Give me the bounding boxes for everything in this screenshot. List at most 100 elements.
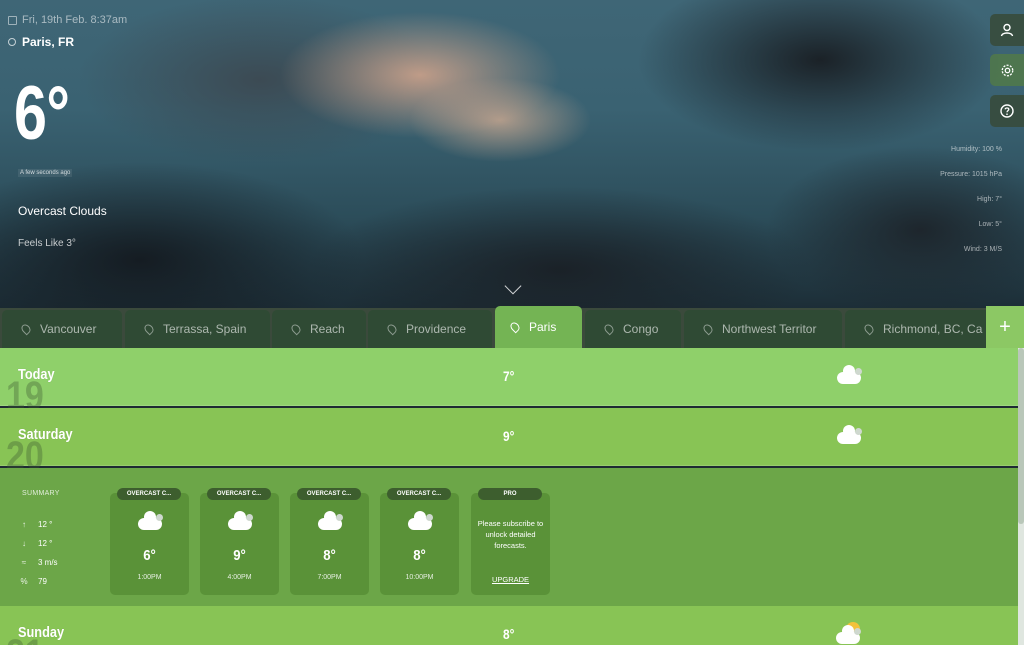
scrollbar-thumb[interactable] (1018, 348, 1024, 524)
cloud-icon (836, 625, 861, 644)
pressure-stat: Pressure: 1015 hPa (940, 171, 1002, 178)
tab-label: Richmond, BC, Ca (883, 322, 983, 336)
gear-icon (1001, 64, 1013, 76)
help-icon (1000, 104, 1014, 118)
condition-badge: OVERCAST C... (387, 488, 451, 500)
weather-condition: Overcast Clouds (18, 204, 107, 218)
location-pin-icon (142, 322, 156, 336)
summary-low-value: 12 ° (38, 539, 53, 548)
cloud-icon (228, 511, 253, 530)
thermometer-low-icon: ↓ (22, 539, 26, 548)
location-pin-icon (289, 322, 303, 336)
summary-low: ↓ 12 ° (20, 539, 52, 548)
hourly-time: 4:00PM (227, 574, 252, 581)
humidity-stat: Humidity: 100 % (951, 146, 1002, 153)
settings-button[interactable] (990, 54, 1024, 86)
summary-wind-value: 3 m/s (38, 558, 58, 567)
tab-northwest-territories[interactable]: Northwest Territor (684, 310, 842, 348)
summary-title: SUMMARY (22, 490, 60, 497)
low-stat: Low: 5° (978, 221, 1002, 228)
tab-label: Providence (406, 322, 467, 336)
tab-terrassa[interactable]: Terrassa, Spain (125, 310, 270, 348)
summary-humidity: % 79 (20, 577, 47, 586)
help-button[interactable] (990, 95, 1024, 127)
day-details-panel: SUMMARY ↑ 12 ° ↓ 12 ° ≈ 3 m/s % 79 OVERC… (0, 468, 1018, 606)
day-name: Saturday (18, 426, 73, 443)
day-row-saturday[interactable]: 20 Saturday 9° (0, 408, 1018, 476)
hero-weather-panel: Fri, 19th Feb. 8:37am Paris, FR 6° A few… (0, 0, 1024, 310)
hourly-card[interactable]: OVERCAST C... 8° 10:00PM (380, 488, 459, 595)
hourly-time: 7:00PM (317, 574, 342, 581)
day-name: Today (18, 366, 55, 383)
weather-stats: Humidity: 100 % Pressure: 1015 hPa High:… (940, 145, 1002, 270)
condition-badge: OVERCAST C... (117, 488, 181, 500)
hourly-card[interactable]: OVERCAST C... 9° 4:00PM (200, 488, 279, 595)
cloud-icon (318, 511, 343, 530)
hourly-temperature: 9° (233, 547, 246, 564)
location-pin-icon (385, 322, 399, 336)
feels-like: Feels Like 3° (18, 238, 76, 249)
current-temperature: 6° (14, 71, 70, 156)
day-name: Sunday (18, 624, 65, 641)
hourly-time: 1:00PM (137, 574, 162, 581)
condition-badge: OVERCAST C... (297, 488, 361, 500)
tab-reach[interactable]: Reach (272, 310, 366, 348)
day-temperature: 9° (503, 428, 515, 444)
pro-card: PRO Please subscribe to unlock detailed … (471, 488, 550, 595)
cloud-icon (138, 511, 163, 530)
tab-richmond[interactable]: Richmond, BC, Ca (845, 310, 986, 348)
high-stat: High: 7° (977, 196, 1002, 203)
hourly-time: 10:00PM (405, 574, 434, 581)
cloud-icon (408, 511, 433, 530)
day-row-sunday[interactable]: 21 Sunday 8° (0, 606, 1018, 645)
user-icon (1000, 23, 1014, 37)
tab-label: Vancouver (40, 322, 97, 336)
hourly-card[interactable]: OVERCAST C... 8° 7:00PM (290, 488, 369, 595)
tab-label: Reach (310, 322, 345, 336)
chevron-down-icon[interactable] (504, 277, 522, 295)
tab-paris[interactable]: Paris (495, 306, 582, 348)
tab-label: Paris (529, 320, 557, 334)
wind-stat: Wind: 3 M/S (963, 246, 1002, 253)
pro-badge: PRO (478, 488, 542, 500)
city-tabs: Vancouver Terrassa, Spain Reach Providen… (0, 306, 1024, 348)
tab-label: Northwest Territor (722, 322, 817, 336)
cloud-icon (837, 365, 862, 384)
add-city-button[interactable]: + (986, 306, 1024, 348)
user-button[interactable] (990, 14, 1024, 46)
location-pin-icon (701, 322, 715, 336)
day-temperature: 8° (503, 626, 515, 642)
summary-humidity-value: 79 (38, 577, 47, 586)
cloud-icon (837, 425, 862, 444)
condition-badge: OVERCAST C... (207, 488, 271, 500)
hourly-card[interactable]: OVERCAST C... 6° 1:00PM (110, 488, 189, 595)
location-pin-icon (508, 320, 522, 334)
tab-label: Congo (623, 322, 659, 336)
upgrade-link[interactable]: UPGRADE (471, 575, 550, 584)
summary-wind: ≈ 3 m/s (20, 558, 58, 567)
tab-label: Terrassa, Spain (163, 322, 247, 336)
calendar-icon (8, 15, 17, 25)
location-pin-icon (19, 322, 33, 336)
tab-vancouver[interactable]: Vancouver (2, 310, 122, 348)
thermometer-high-icon: ↑ (22, 520, 26, 529)
tab-providence[interactable]: Providence (368, 310, 492, 348)
hourly-temperature: 8° (413, 547, 426, 564)
location-pin-icon (602, 322, 616, 336)
day-temperature: 7° (503, 368, 515, 384)
forecast-list: 19 Today 7° 20 Saturday 9° SUMMARY ↑ 12 … (0, 348, 1018, 645)
summary-high-value: 12 ° (38, 520, 53, 529)
location-pin-icon (862, 322, 876, 336)
pro-message: Please subscribe to unlock detailed fore… (477, 519, 544, 550)
tab-congo[interactable]: Congo (585, 310, 681, 348)
hourly-temperature: 8° (323, 547, 336, 564)
percent-icon: % (20, 577, 28, 586)
day-row-today[interactable]: 19 Today 7° (0, 348, 1018, 416)
wind-icon: ≈ (21, 558, 27, 567)
date-text: Fri, 19th Feb. 8:37am (22, 14, 128, 26)
date-display: Fri, 19th Feb. 8:37am (8, 14, 127, 26)
hourly-temperature: 6° (143, 547, 156, 564)
summary-high: ↑ 12 ° (20, 520, 52, 529)
updated-time: A few seconds ago (18, 169, 73, 177)
location-display: Paris, FR (8, 35, 74, 49)
